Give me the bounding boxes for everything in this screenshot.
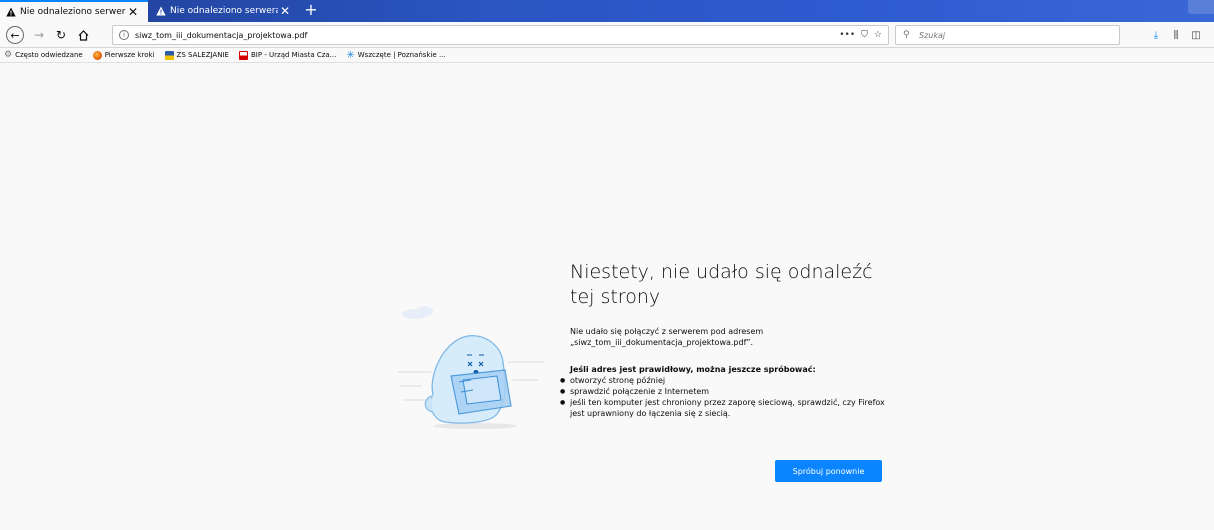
close-tab-icon[interactable]: ✕ <box>126 5 140 19</box>
info-icon[interactable]: i <box>119 30 129 40</box>
suggestions-heading: Jeśli adres jest prawidłowy, można jeszc… <box>570 365 816 374</box>
bookmark-star-icon[interactable]: ☆ <box>874 30 882 40</box>
navigation-toolbar: ← → ↻ i siwz_tom_iii_dokumentacja_projek… <box>0 22 1214 48</box>
home-button[interactable] <box>74 26 92 44</box>
bookmark-label: Często odwiedzane <box>15 51 83 59</box>
warning-icon <box>6 7 16 17</box>
close-tab-icon[interactable]: ✕ <box>278 4 292 18</box>
error-message: Niestety, nie udało się odnaleźć tej str… <box>560 260 900 482</box>
search-input[interactable] <box>919 30 1099 40</box>
bookmark-item[interactable]: ZS SALEZJANIE <box>164 50 229 60</box>
bookmark-item[interactable]: ⚙ Często odwiedzane <box>4 50 83 60</box>
bookmark-label: BIP - Urząd Miasta Cza... <box>250 51 337 59</box>
search-icon: ⚲ <box>903 30 910 40</box>
search-bar[interactable]: ⚲ <box>895 25 1120 45</box>
bookmarks-toolbar: ⚙ Często odwiedzane Pierwsze kroki ZS SA… <box>0 48 1214 63</box>
pocket-icon[interactable]: ⛉ <box>861 30 868 40</box>
bookmark-item[interactable]: ✳ Wszczęte | Poznańskie ... <box>346 50 445 61</box>
url-bar[interactable]: i siwz_tom_iii_dokumentacja_projektowa.p… <box>112 25 889 45</box>
error-title: Niestety, nie udało się odnaleźć tej str… <box>570 261 873 308</box>
reload-icon: ↻ <box>55 28 67 42</box>
forward-button[interactable]: → <box>30 26 48 44</box>
try-again-button[interactable]: Spróbuj ponownie <box>775 460 882 482</box>
tab-title: Nie odnaleziono serwera <box>170 6 278 16</box>
home-icon <box>78 29 88 41</box>
gear-icon: ⚙ <box>4 50 13 60</box>
bookmark-label: Wszczęte | Poznańskie ... <box>357 51 446 59</box>
sidebar-icon: ◫ <box>1191 29 1201 41</box>
new-tab-button[interactable]: + <box>303 0 319 22</box>
tab-title: Nie odnaleziono serwera <box>20 7 126 17</box>
arrow-right-icon: → <box>33 28 45 42</box>
page-actions-icon[interactable]: ••• <box>839 30 855 40</box>
tab-strip: Nie odnaleziono serwera ✕ Nie odnalezion… <box>0 0 1214 22</box>
downloads-button[interactable]: ⤓ <box>1148 27 1164 43</box>
error-page: Niestety, nie udało się odnaleźć tej str… <box>0 64 1214 530</box>
bookmark-item[interactable]: BIP - Urząd Miasta Cza... <box>238 50 337 60</box>
list-item: otworzyć stronę później <box>555 375 900 386</box>
warning-icon <box>156 6 166 16</box>
firefox-icon <box>92 50 102 60</box>
suggestions-list: otworzyć stronę później sprawdzić połącz… <box>555 375 900 419</box>
back-button[interactable]: ← <box>6 26 24 44</box>
star-burst-icon: ✳ <box>346 49 355 61</box>
tab-active[interactable]: Nie odnaleziono serwera ✕ <box>0 0 148 22</box>
arrow-left-icon: ← <box>10 28 20 42</box>
reload-button[interactable]: ↻ <box>52 26 70 44</box>
library-button[interactable]: ⫼ <box>1168 27 1184 43</box>
download-icon: ⤓ <box>1153 29 1159 41</box>
error-illustration <box>397 306 544 429</box>
error-description: Nie udało się połączyć z serwerem pod ad… <box>570 327 764 347</box>
list-item: sprawdzić połączenie z Internetem <box>555 386 900 397</box>
tab-inactive[interactable]: Nie odnaleziono serwera ✕ <box>150 0 300 22</box>
bookmark-label: Pierwsze kroki <box>104 51 155 59</box>
bookmark-item[interactable]: Pierwsze kroki <box>92 50 155 60</box>
library-icon: ⫼ <box>1173 29 1179 41</box>
window-control-button[interactable] <box>1188 0 1214 14</box>
bip-icon <box>238 50 248 60</box>
list-item: jeśli ten komputer jest chroniony przez … <box>555 397 900 419</box>
sidebar-button[interactable]: ◫ <box>1188 27 1204 43</box>
flag-icon <box>164 50 174 60</box>
url-text[interactable]: siwz_tom_iii_dokumentacja_projektowa.pdf <box>135 31 839 40</box>
bookmark-label: ZS SALEZJANIE <box>176 51 229 59</box>
